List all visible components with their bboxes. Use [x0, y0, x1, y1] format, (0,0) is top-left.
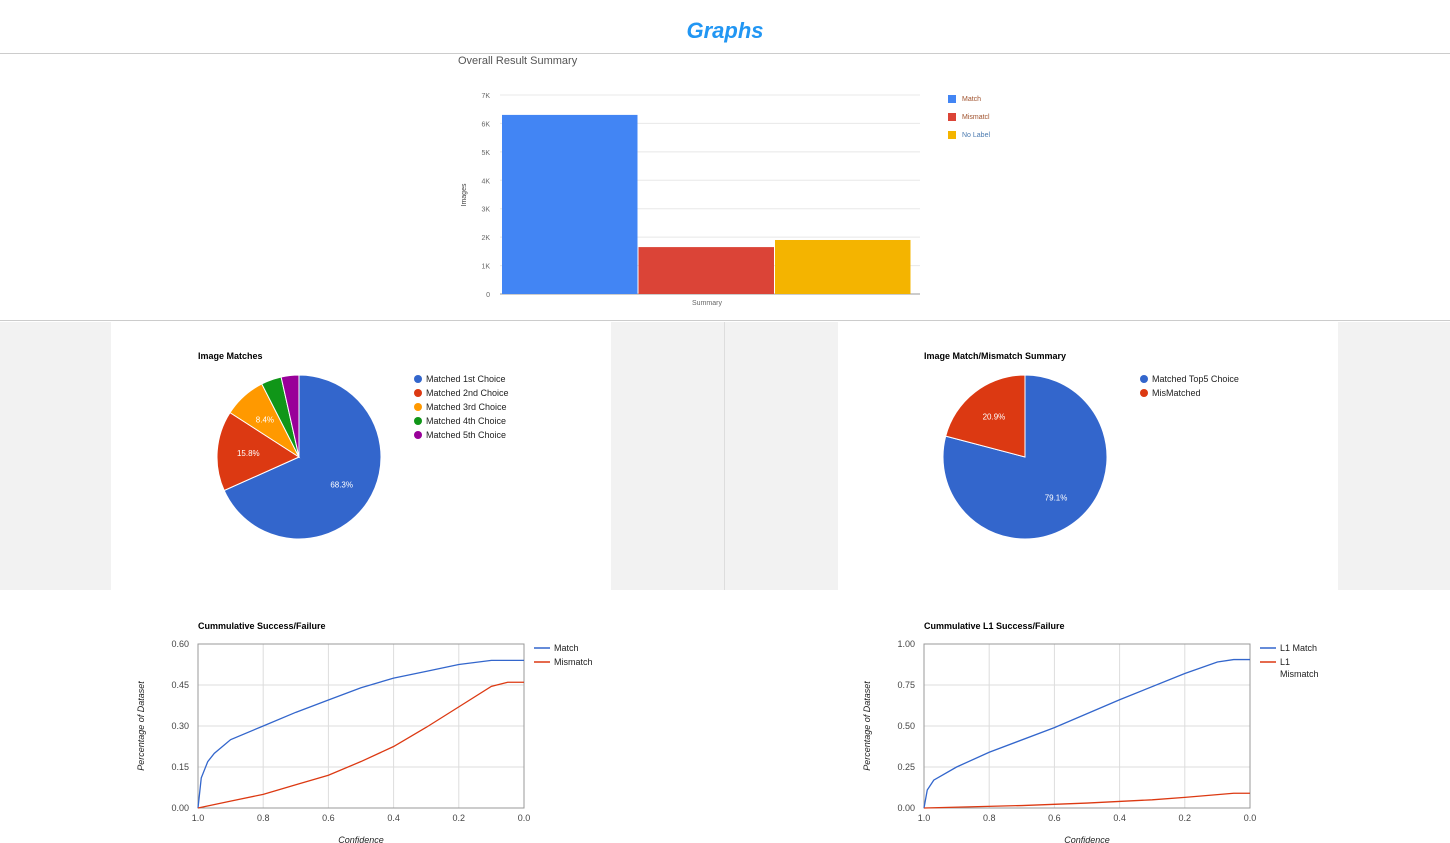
slice-label: 8.4% [256, 415, 274, 424]
charts-canvas: Overall Result Summary 0 1K 2K 3K 4K 5K 6K 7K Mat… [136, 55, 1319, 843]
slice-label: 15.8% [237, 449, 260, 458]
x-axis-label: Summary [692, 300, 722, 307]
legend-label: Match [962, 96, 981, 103]
legend-label: Matched 3rd Choice [426, 402, 507, 412]
legend-marker [414, 389, 422, 397]
y-tick-label: 4K [481, 178, 490, 185]
x-axis-label: Confidence [1064, 835, 1110, 843]
bar-mismatcl [638, 247, 774, 294]
y-axis-label: Percentage of Dataset [862, 681, 872, 771]
x-tick-label: 1.0 [192, 813, 205, 823]
y-tick-label: 5K [481, 150, 490, 157]
legend-marker [414, 417, 422, 425]
x-tick-label: 0.2 [1179, 813, 1192, 823]
x-tick-label: 0.4 [387, 813, 400, 823]
legend-label: Match [554, 643, 579, 653]
y-tick-label: 0.30 [171, 721, 189, 731]
x-tick-label: 0.6 [322, 813, 335, 823]
x-tick-label: 1.0 [918, 813, 931, 823]
legend-swatch [948, 131, 956, 139]
legend-label: Matched 1st Choice [426, 374, 506, 384]
legend-marker [414, 375, 422, 383]
x-tick-label: 0.4 [1113, 813, 1126, 823]
legend-marker [414, 431, 422, 439]
legend-marker [1140, 389, 1148, 397]
legend-label: Matched Top5 Choice [1152, 374, 1239, 384]
legend-label: No Label [962, 132, 990, 139]
y-tick-label: 0.60 [171, 639, 189, 649]
y-tick-label: 0.50 [897, 721, 915, 731]
y-tick-label: 0.45 [171, 680, 189, 690]
legend-marker [1140, 375, 1148, 383]
series-line-l1-mismatch [923, 792, 1250, 809]
legend-label: MisMatched [1152, 388, 1201, 398]
legend-marker [414, 403, 422, 411]
y-tick-label: 2K [481, 235, 490, 242]
legend-swatch [948, 113, 956, 121]
legend-label: L1 Mismatch [1280, 657, 1319, 679]
y-tick-label: 6K [481, 121, 490, 128]
bar-no-label [775, 239, 911, 294]
y-tick-label: 0.25 [897, 762, 915, 772]
y-tick-label: 1.00 [897, 639, 915, 649]
y-tick-label: 0 [486, 292, 490, 299]
x-axis-label: Confidence [338, 835, 384, 843]
x-tick-label: 0.2 [453, 813, 466, 823]
x-tick-label: 0.8 [983, 813, 996, 823]
chart-title: Cummulative Success/Failure [198, 621, 326, 631]
y-tick-label: 0.15 [171, 762, 189, 772]
x-tick-label: 0.6 [1048, 813, 1061, 823]
y-tick-label: 0.00 [171, 803, 189, 813]
legend-label: Matched 4th Choice [426, 416, 506, 426]
legend-label: L1 Match [1280, 643, 1317, 653]
x-tick-label: 0.0 [518, 813, 531, 823]
slice-label: 20.9% [983, 413, 1006, 422]
series-line-match [197, 659, 524, 809]
y-axis-label: Percentage of Dataset [136, 681, 146, 771]
chart-title: Image Matches [198, 351, 263, 361]
legend-swatch [948, 95, 956, 103]
x-tick-label: 0.8 [257, 813, 270, 823]
chart-title: Cummulative L1 Success/Failure [924, 621, 1065, 631]
chart-title: Image Match/Mismatch Summary [924, 351, 1066, 361]
legend-label: Matched 5th Choice [426, 430, 506, 440]
x-tick-label: 0.0 [1244, 813, 1257, 823]
chart-title: Overall Result Summary [458, 55, 578, 67]
slice-label: 68.3% [330, 481, 353, 490]
y-tick-label: 1K [481, 264, 490, 271]
legend-label: Matched 2nd Choice [426, 388, 509, 398]
y-tick-label: 7K [481, 93, 490, 100]
y-tick-label: 0.00 [897, 803, 915, 813]
bar-match [502, 114, 638, 295]
y-tick-label: 0.75 [897, 680, 915, 690]
legend-label: Mismatch [554, 657, 593, 667]
series-line-mismatch [197, 681, 524, 809]
slice-label: 79.1% [1045, 493, 1068, 502]
legend-label: Mismatcl [962, 114, 990, 121]
y-tick-label: 3K [481, 207, 490, 214]
series-line-l1-match [923, 658, 1250, 809]
y-axis-label: Images [461, 183, 468, 206]
